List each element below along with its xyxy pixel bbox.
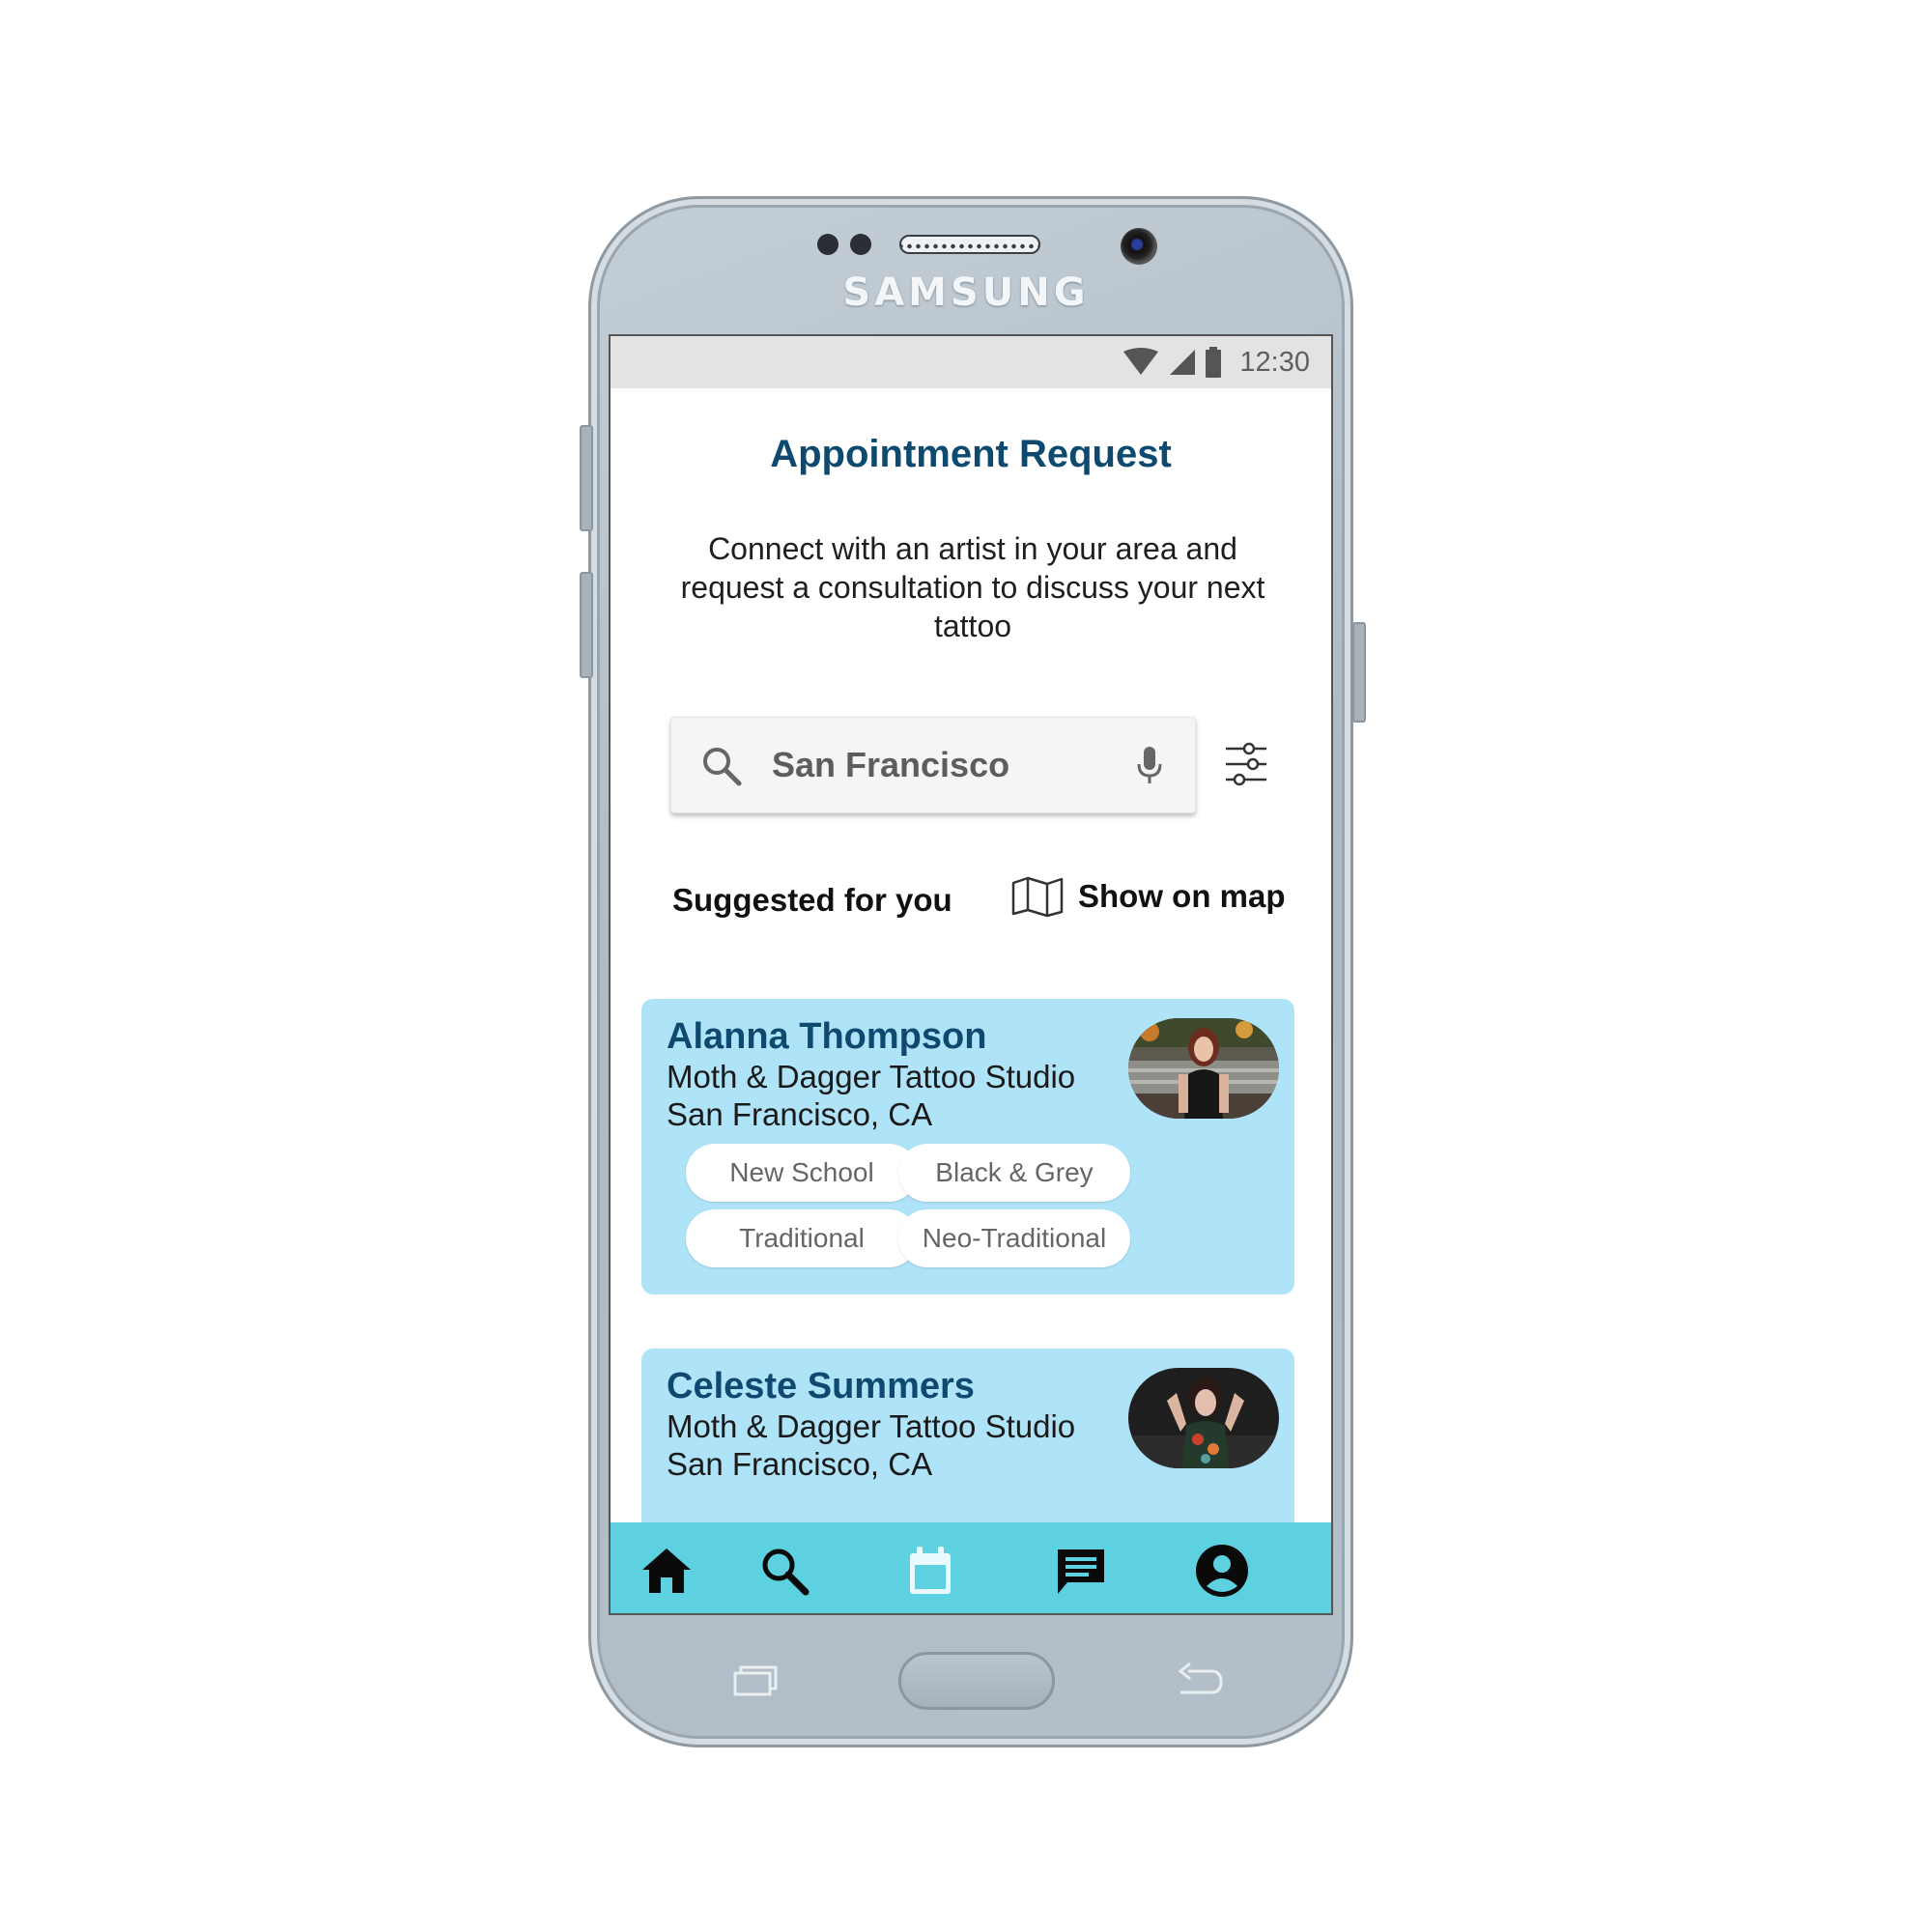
search-input[interactable]: San Francisco (772, 745, 1009, 785)
app-screen: 12:30 Appointment Request Connect with a… (609, 334, 1333, 1615)
artist-location: San Francisco, CA (667, 1446, 933, 1482)
artist-avatar[interactable] (1128, 1368, 1279, 1468)
calendar-icon[interactable] (901, 1542, 959, 1600)
artist-name[interactable]: Celeste Summers (667, 1366, 975, 1407)
mic-icon[interactable] (1135, 745, 1164, 787)
show-on-map-label: Show on map (1078, 878, 1286, 914)
artist-studio: Moth & Dagger Tattoo Studio (667, 1059, 1076, 1094)
suggested-heading: Suggested for you (672, 882, 952, 918)
artist-location: San Francisco, CA (667, 1096, 933, 1132)
show-on-map-button[interactable]: Show on map (1010, 875, 1286, 918)
proximity-sensor (817, 234, 838, 255)
volume-down-button (580, 572, 593, 678)
location-search-bar[interactable]: San Francisco (670, 717, 1196, 813)
artist-studio: Moth & Dagger Tattoo Studio (667, 1408, 1076, 1444)
artist-name[interactable]: Alanna Thompson (667, 1016, 986, 1058)
recent-apps-icon[interactable] (731, 1663, 778, 1696)
page-subtitle: Connect with an artist in your area and … (680, 531, 1265, 643)
status-bar: 12:30 (611, 336, 1331, 388)
home-hardware-button[interactable] (898, 1652, 1055, 1710)
back-icon[interactable] (1175, 1662, 1223, 1696)
power-button (1352, 622, 1366, 723)
device-brand: SAMSUNG (842, 270, 1090, 315)
wifi-icon (1123, 348, 1159, 375)
battery-icon (1206, 347, 1222, 378)
cell-signal-icon (1170, 350, 1196, 375)
bottom-navigation (611, 1522, 1331, 1613)
artist-card[interactable]: Alanna Thompson Moth & Dagger Tattoo Stu… (641, 999, 1294, 1294)
map-icon (1011, 876, 1064, 918)
profile-icon[interactable] (1193, 1542, 1251, 1600)
style-chip[interactable]: New School (686, 1144, 918, 1202)
home-icon[interactable] (638, 1542, 696, 1600)
filter-sliders-icon[interactable] (1224, 741, 1268, 787)
light-sensor (850, 234, 871, 255)
style-chip[interactable]: Black & Grey (898, 1144, 1130, 1202)
earpiece-speaker (899, 235, 1040, 254)
front-camera (1121, 228, 1157, 265)
page-title: Appointment Request (770, 433, 1172, 475)
search-icon (703, 748, 742, 786)
search-icon[interactable] (755, 1542, 813, 1600)
volume-up-button (580, 425, 593, 531)
style-chip[interactable]: Neo-Traditional (898, 1209, 1130, 1267)
status-time: 12:30 (1239, 346, 1310, 378)
artist-avatar[interactable] (1128, 1018, 1279, 1119)
messages-icon[interactable] (1052, 1542, 1110, 1600)
style-chip[interactable]: Traditional (686, 1209, 918, 1267)
